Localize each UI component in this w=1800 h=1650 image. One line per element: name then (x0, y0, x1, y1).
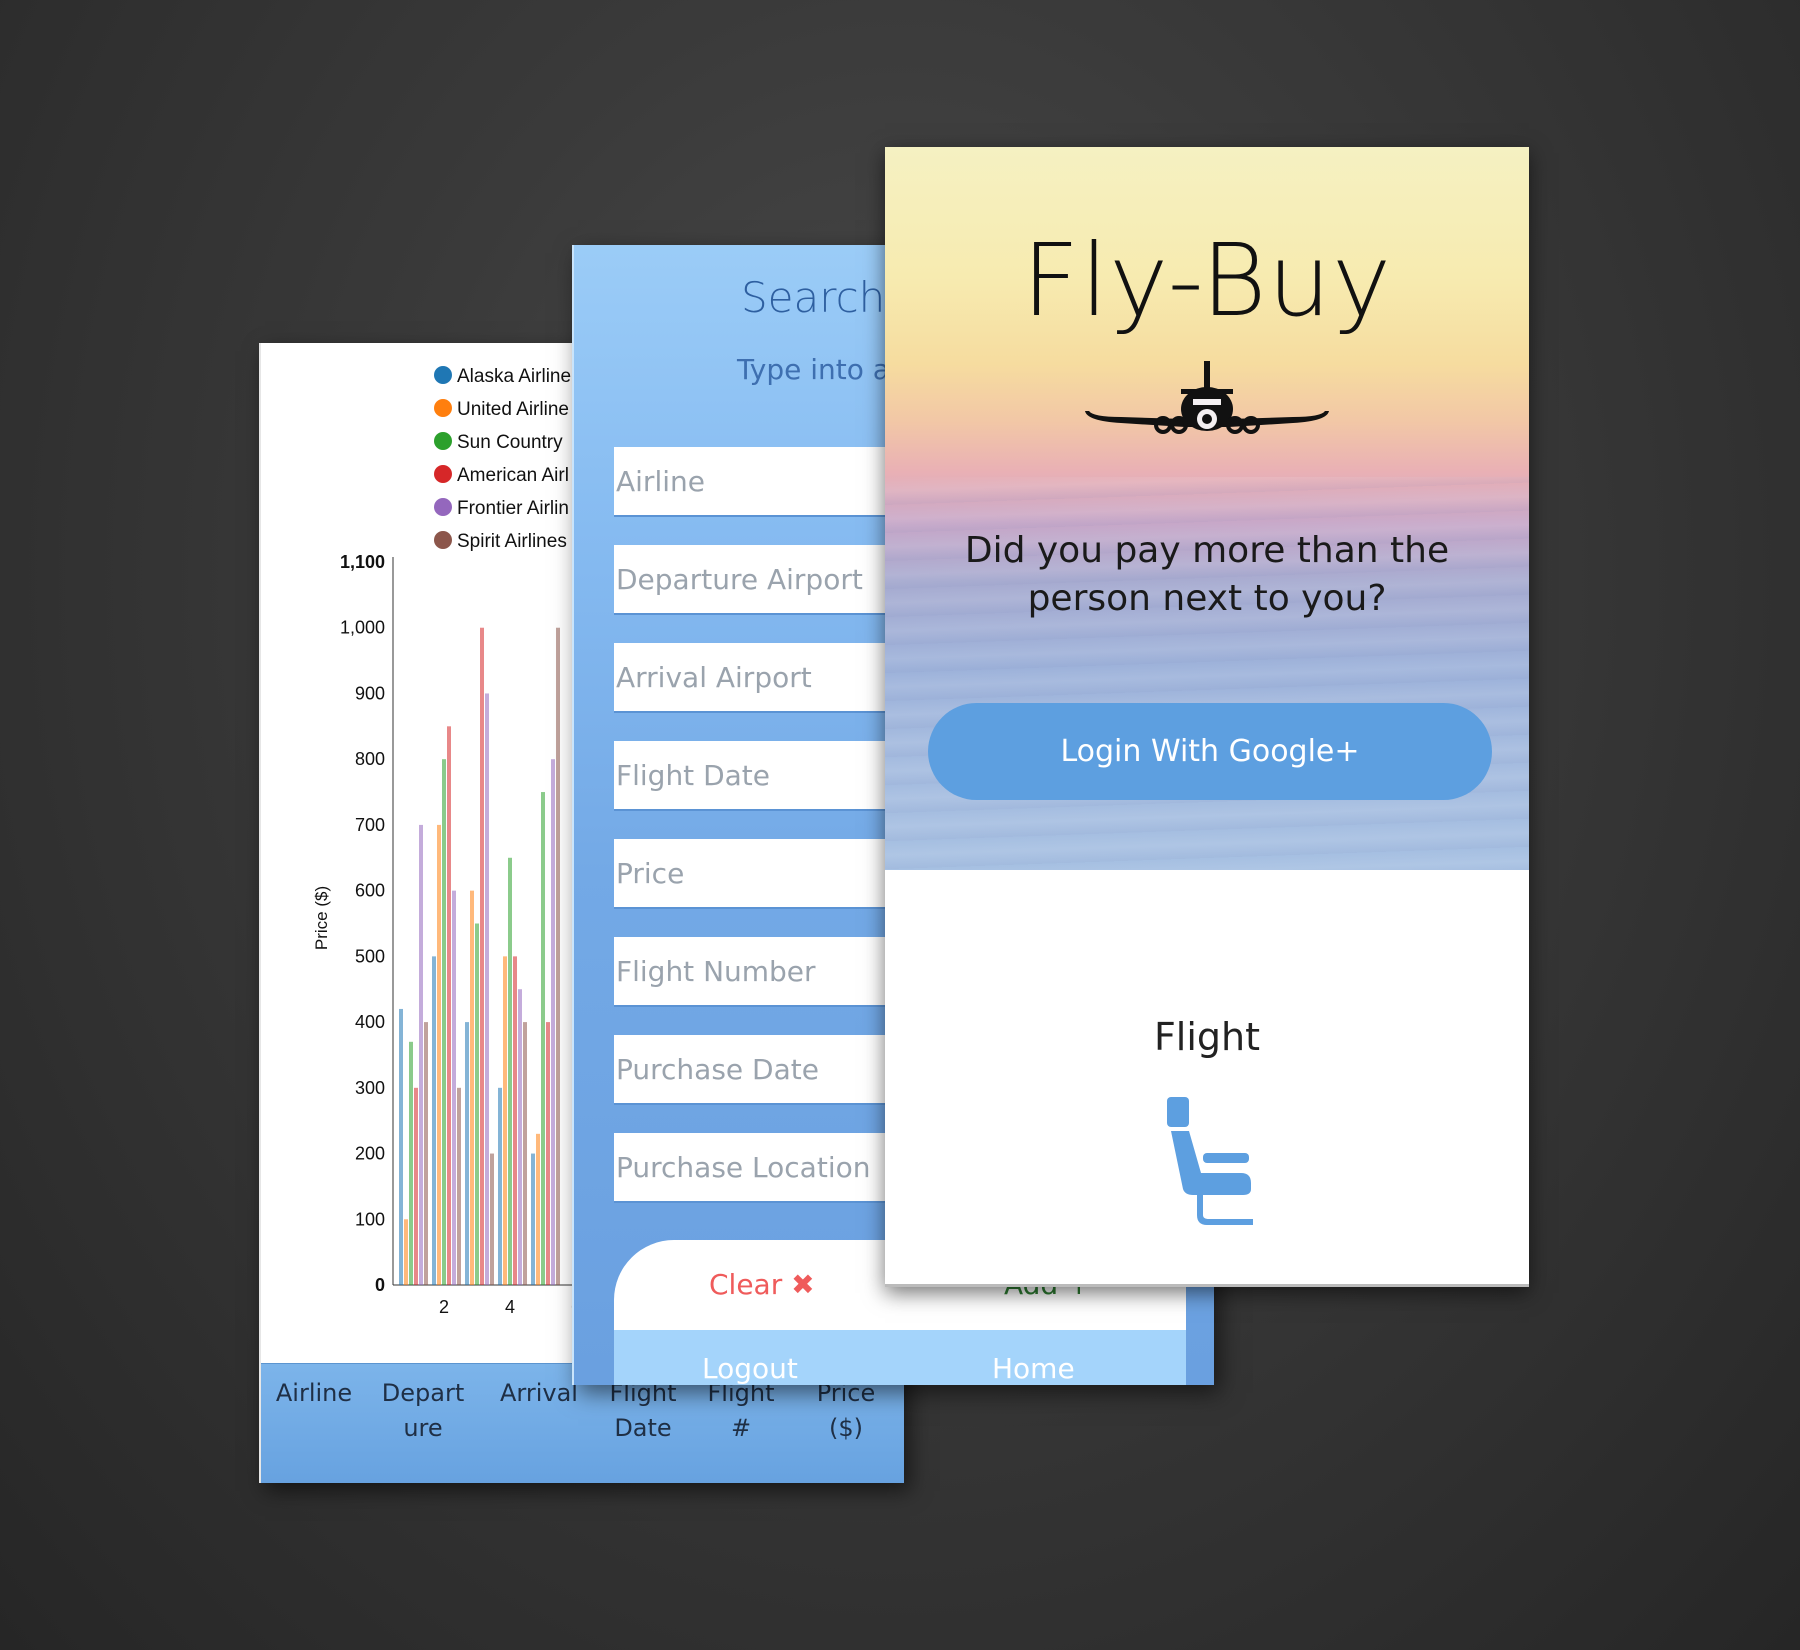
chart-legend: Alaska Airline United Airline Sun Country A… (434, 366, 571, 552)
bar (541, 792, 545, 1285)
y-tick-label: 700 (355, 815, 385, 835)
app-title: Fly-Buy (1021, 222, 1393, 339)
y-tick-label: 400 (355, 1012, 385, 1032)
bar (419, 824, 423, 1285)
y-tick-label: 200 (355, 1144, 385, 1164)
bar (437, 824, 441, 1285)
legend-label: Alaska Airline (457, 366, 571, 387)
y-tick-label: 1,000 (340, 618, 385, 638)
col-price[interactable]: Price ($) (806, 1376, 886, 1446)
y-axis-label: Price ($) (312, 886, 331, 950)
x-tick-label: 4 (505, 1297, 515, 1317)
bar (551, 759, 555, 1285)
bar (480, 627, 484, 1285)
bar (498, 1087, 502, 1285)
bar (546, 1022, 550, 1285)
bar (414, 1087, 418, 1285)
col-departure[interactable]: Depart ure (373, 1376, 473, 1446)
airplane-icon (1085, 361, 1329, 434)
y-tick-label: 0 (375, 1275, 385, 1295)
bar (404, 1219, 408, 1285)
bar (399, 1008, 403, 1285)
bar (508, 857, 512, 1285)
clear-button[interactable]: Clear ✖ (709, 1268, 815, 1301)
legend-swatch (434, 531, 452, 549)
legend-label: Spirit Airlines (457, 531, 567, 552)
tagline: Did you pay more than the person next to… (964, 530, 1450, 619)
legend-swatch (434, 498, 452, 516)
bar (503, 956, 507, 1285)
legend-swatch (434, 399, 452, 417)
home-link[interactable]: Home (992, 1352, 1075, 1385)
bar (518, 989, 522, 1285)
bar (442, 759, 446, 1285)
bar (523, 1022, 527, 1285)
close-icon: ✖ (791, 1268, 815, 1301)
legend-label: Sun Country (457, 432, 563, 453)
y-tick-label: 1,100 (340, 552, 385, 572)
bar (485, 693, 489, 1285)
bar (556, 627, 560, 1285)
bar (470, 890, 474, 1285)
bar (457, 1087, 461, 1285)
legend-swatch (434, 432, 452, 450)
bar (432, 956, 436, 1285)
clear-label: Clear (709, 1268, 783, 1301)
bar (536, 1133, 540, 1285)
legend-label: American Airl (457, 465, 569, 486)
y-tick-label: 900 (355, 683, 385, 703)
sunset-hero: Fly-Buy Did you pay more than the person… (885, 147, 1529, 870)
col-flight-date[interactable]: Flight Date (603, 1376, 683, 1446)
legend-swatch (434, 465, 452, 483)
y-tick-label: 300 (355, 1078, 385, 1098)
bar (424, 1022, 428, 1285)
legend-label: United Airline (457, 399, 569, 420)
y-tick-label: 100 (355, 1209, 385, 1229)
logout-link[interactable]: Logout (702, 1352, 798, 1385)
legend-swatch (434, 366, 452, 384)
bar (531, 1153, 535, 1285)
bottom-nav: Logout Home (614, 1330, 1186, 1385)
legend-label: Frontier Airlin (457, 498, 569, 519)
seat-icon[interactable] (1167, 1097, 1257, 1227)
bar (490, 1153, 494, 1285)
flight-label: Flight (1153, 1015, 1261, 1059)
bar (409, 1041, 413, 1285)
bar (452, 890, 456, 1285)
bars (399, 627, 560, 1285)
bar (447, 726, 451, 1285)
y-tick-label: 600 (355, 881, 385, 901)
col-airline[interactable]: Airline (269, 1376, 359, 1411)
google-login-button[interactable]: Login With Google+ (928, 703, 1492, 800)
y-tick-label: 500 (355, 946, 385, 966)
x-tick-label: 2 (439, 1297, 449, 1317)
col-flight-number[interactable]: Flight # (706, 1376, 776, 1446)
bar (513, 956, 517, 1285)
search-subtitle: Type into an (737, 353, 908, 386)
bar (465, 1022, 469, 1285)
login-screen: Fly-Buy Did you pay more than the person… (885, 147, 1529, 1287)
y-tick-label: 800 (355, 749, 385, 769)
bar (475, 923, 479, 1285)
x-axis: 246 (439, 1297, 581, 1317)
